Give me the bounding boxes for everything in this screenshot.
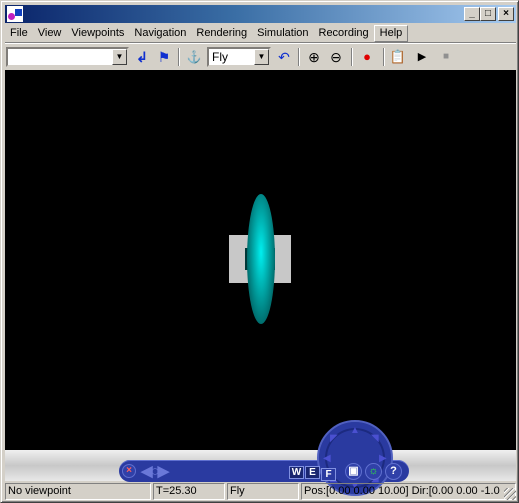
undo-move-icon[interactable]: ↶ xyxy=(275,48,293,66)
menu-view[interactable]: View xyxy=(33,25,67,42)
status-position-direction: Pos:[0.00 0.00 10.00] Dir:[0.00 0.00 -1.… xyxy=(301,483,516,500)
toolbar-separator xyxy=(383,48,385,66)
rotate-left-right-control[interactable]: ◀○▶ xyxy=(141,462,169,480)
status-viewpoint: No viewpoint xyxy=(5,483,151,500)
menu-simulation[interactable]: Simulation xyxy=(252,25,313,42)
straighten-icon[interactable]: ⚓ xyxy=(185,48,203,66)
menu-divider xyxy=(5,42,516,44)
cube-glyph xyxy=(15,9,22,16)
headlight-icon[interactable]: ☼ xyxy=(365,463,382,480)
chevron-down-icon[interactable]: ▼ xyxy=(112,49,127,65)
menu-file[interactable]: File xyxy=(5,25,33,42)
fit-view-icon[interactable]: ▣ xyxy=(345,463,362,480)
status-bar: No viewpoint T=25.30 Fly Pos:[0.00 0.00 … xyxy=(5,482,516,500)
menu-navigation[interactable]: Navigation xyxy=(129,25,191,42)
close-button[interactable]: × xyxy=(498,7,514,21)
cyan-ellipsoid-shape xyxy=(247,194,275,324)
application-window: _ □ × File View Viewpoints Navigation Re… xyxy=(0,0,519,503)
status-time: T=25.30 xyxy=(153,483,225,500)
menu-recording[interactable]: Recording xyxy=(314,25,374,42)
navigation-mode-value: Fly xyxy=(212,50,228,64)
viewpoint-select[interactable]: ▼ xyxy=(6,47,129,67)
clipboard-icon[interactable]: 📋 xyxy=(389,48,407,66)
3d-viewport[interactable] xyxy=(5,70,516,450)
maximize-button[interactable]: □ xyxy=(480,7,496,21)
chevron-down-icon[interactable]: ▼ xyxy=(254,49,269,65)
navigation-mode-select[interactable]: Fly ▼ xyxy=(207,47,271,67)
arrow-up-right-icon[interactable]: ◥ xyxy=(371,434,379,444)
arrow-up-left-icon[interactable]: ◤ xyxy=(330,434,338,444)
menu-rendering[interactable]: Rendering xyxy=(191,25,252,42)
toolbar-separator xyxy=(298,48,300,66)
zoom-in-icon[interactable]: ⊕ xyxy=(305,48,323,66)
dashboard-bar: × ◀○▶ ▲ ▼ ◀ ▶ ◤ ◥ ◣ ◢ W E F ▣ ☼ ? xyxy=(5,420,516,496)
sphere-glyph xyxy=(8,13,15,20)
toolbar: ▼ ↲ ⚑ ⚓ Fly ▼ ↶ ⊕ ⊖ ● 📋 ▶ ■ xyxy=(5,45,516,69)
menu-viewpoints[interactable]: Viewpoints xyxy=(66,25,129,42)
zoom-out-icon[interactable]: ⊖ xyxy=(327,48,345,66)
fly-button[interactable]: F xyxy=(321,468,336,481)
stop-icon[interactable]: ■ xyxy=(437,48,455,66)
minimize-button[interactable]: _ xyxy=(464,7,480,21)
resize-grip[interactable] xyxy=(504,488,516,500)
toolbar-separator xyxy=(351,48,353,66)
title-bar[interactable]: _ □ × xyxy=(5,5,516,23)
app-icon[interactable] xyxy=(7,6,23,22)
arrow-right-icon[interactable]: ▶ xyxy=(379,454,387,464)
toolbar-separator xyxy=(178,48,180,66)
status-nav-mode: Fly xyxy=(227,483,299,500)
arrow-left-icon[interactable]: ◀ xyxy=(323,454,331,464)
menu-bar: File View Viewpoints Navigation Renderin… xyxy=(5,24,516,42)
menu-help[interactable]: Help xyxy=(373,24,409,42)
walk-button[interactable]: W xyxy=(289,466,304,479)
return-to-viewpoint-icon[interactable]: ↲ xyxy=(133,48,151,66)
examine-button[interactable]: E xyxy=(305,466,320,479)
play-icon[interactable]: ▶ xyxy=(413,48,431,66)
flag-icon[interactable]: ⚑ xyxy=(155,48,173,66)
record-icon[interactable]: ● xyxy=(358,48,376,66)
navigation-dashboard: × ◀○▶ ▲ ▼ ◀ ▶ ◤ ◥ ◣ ◢ W E F ▣ ☼ ? xyxy=(119,420,409,496)
arrow-up-icon[interactable]: ▲ xyxy=(350,426,360,436)
help-icon[interactable]: ? xyxy=(385,463,402,480)
close-dashboard-icon[interactable]: × xyxy=(122,464,136,478)
